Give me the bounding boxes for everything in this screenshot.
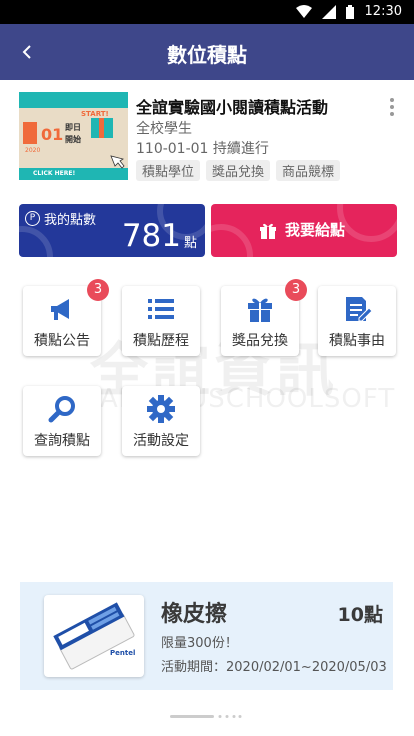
status-icons xyxy=(296,5,354,19)
more-vert-icon[interactable] xyxy=(389,98,395,118)
status-bar: 12:30 xyxy=(0,0,414,24)
list-icon xyxy=(148,299,174,319)
status-time: 12:30 xyxy=(364,4,402,19)
activity-tags: 積點學位 獎品兌換 商品競標 xyxy=(136,160,341,181)
eraser-brand: Pentel xyxy=(110,649,136,657)
prize-card[interactable]: Pentel 橡皮擦 10點 限量300份！ 活動期間：2020/02/01~2… xyxy=(20,582,393,690)
gift-icon xyxy=(248,298,272,322)
page-title: 數位積點 xyxy=(167,43,247,67)
points-value: 781 xyxy=(121,218,181,254)
prize-period: 活動期間：2020/02/01~2020/05/03 xyxy=(161,660,387,675)
my-points-card[interactable]: P 我的點數 781 點 xyxy=(19,204,205,257)
app-bar: 數位積點 xyxy=(0,24,414,80)
signal-icon xyxy=(322,5,336,19)
gear-icon xyxy=(147,395,175,423)
menu-label: 積點公告 xyxy=(34,333,90,349)
points-label: 我的點數 xyxy=(44,213,97,228)
menu-label: 查詢積點 xyxy=(34,433,90,449)
activity-banner-image: START! 01 2020 即日 開始 CLICK HERE! xyxy=(19,92,128,180)
activity-audience: 全校學生 xyxy=(136,121,192,137)
menu-label: 活動設定 xyxy=(133,433,189,449)
banner-start-text: START! xyxy=(81,110,109,118)
menu-label: 獎品兌換 xyxy=(232,333,288,349)
wifi-icon xyxy=(296,5,312,18)
tag: 商品競標 xyxy=(276,160,341,181)
gift-icon xyxy=(260,223,276,239)
menu-item-query[interactable]: 查詢積點 xyxy=(23,386,101,456)
carousel-indicator xyxy=(170,705,242,718)
give-points-label: 我要給點 xyxy=(285,221,346,239)
points-unit: 點 xyxy=(183,236,197,251)
prize-image: Pentel xyxy=(44,595,144,677)
tag: 積點學位 xyxy=(136,160,201,181)
banner-open-line2: 開始 xyxy=(65,135,81,144)
banner-click-text: CLICK HERE! xyxy=(33,170,76,177)
give-points-button[interactable]: 我要給點 xyxy=(211,204,397,257)
prize-points: 10點 xyxy=(337,604,383,626)
menu-label: 積點歷程 xyxy=(133,333,189,349)
megaphone-icon xyxy=(51,299,69,320)
menu-item-reasons[interactable]: 積點事由 xyxy=(318,286,396,356)
menu-item-history[interactable]: 積點歷程 xyxy=(122,286,200,356)
tag: 獎品兌換 xyxy=(206,160,271,181)
edit-note-icon xyxy=(346,297,372,322)
menu-label: 積點事由 xyxy=(329,333,385,349)
banner-year: 2020 xyxy=(25,147,41,154)
prize-name: 橡皮擦 xyxy=(161,602,228,627)
points-p-icon: P xyxy=(25,211,40,226)
announcements-badge: 3 xyxy=(87,279,109,301)
activity-title: 全誼實驗國小閱讀積點活動 xyxy=(136,98,329,117)
redeem-badge: 3 xyxy=(285,279,307,301)
battery-icon xyxy=(346,5,354,19)
banner-open-line1: 即日 xyxy=(65,123,81,132)
menu-item-settings[interactable]: 活動設定 xyxy=(122,386,200,456)
prize-limit: 限量300份！ xyxy=(161,636,238,651)
banner-day: 01 xyxy=(41,125,64,144)
search-icon xyxy=(48,396,75,423)
activity-card[interactable]: START! 01 2020 即日 開始 CLICK HERE! 全誼實驗國小閱… xyxy=(19,92,399,182)
activity-date: 110-01-01 持續進行 xyxy=(136,141,269,157)
